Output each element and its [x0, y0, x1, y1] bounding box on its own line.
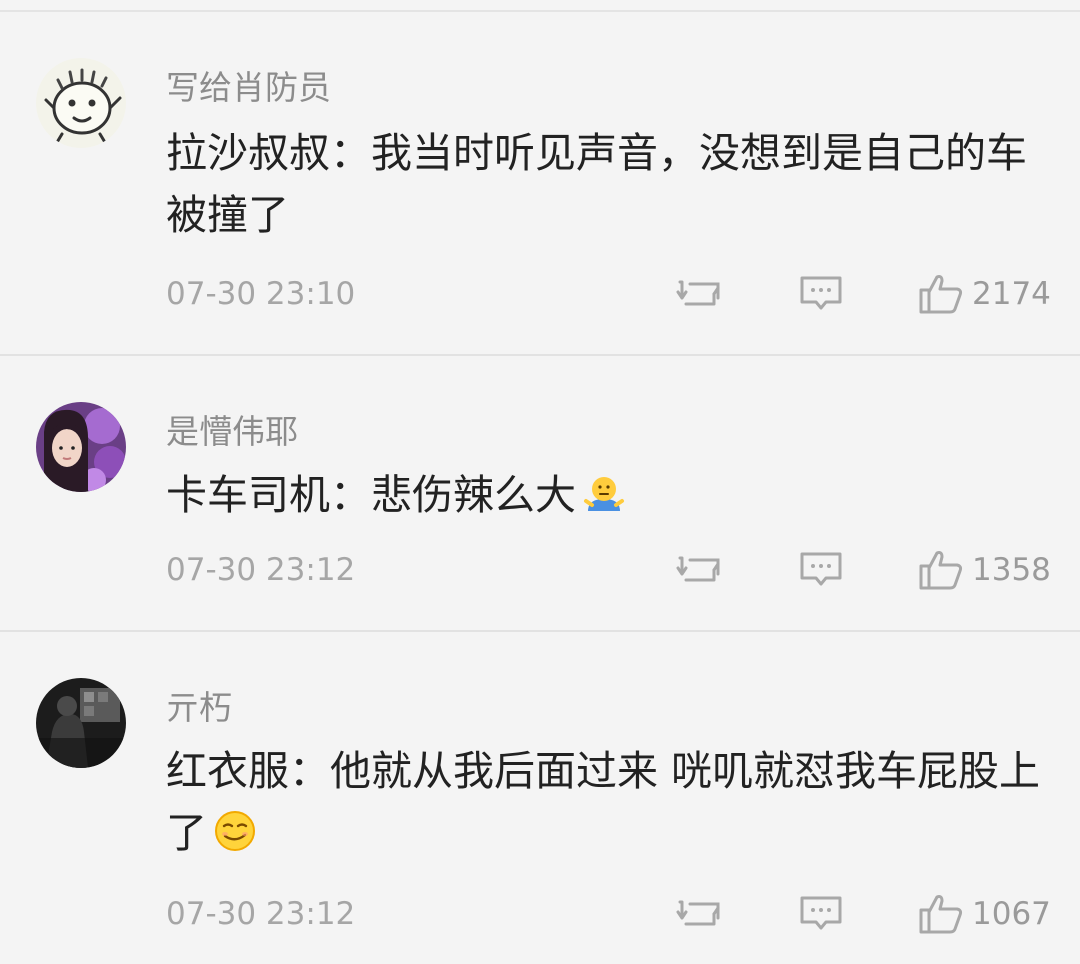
smug-face-emoji-icon	[213, 808, 257, 870]
reply-button[interactable]	[798, 548, 844, 592]
top-divider	[0, 10, 1080, 12]
like-button[interactable]: 1358	[918, 548, 1051, 592]
comment-bubble-icon	[800, 276, 842, 310]
repost-icon	[676, 900, 720, 926]
thumbs-up-icon	[919, 275, 963, 314]
comment-meta-row: 07-30 23:12 1358	[0, 548, 1080, 592]
like-count: 2174	[972, 276, 1051, 312]
comment-meta-row: 07-30 23:10 2174	[0, 272, 1080, 316]
repost-button[interactable]	[676, 272, 724, 316]
comment-bubble-icon	[800, 896, 842, 930]
repost-icon	[676, 280, 720, 306]
comment-text-body: 卡车司机：悲伤辣么大	[166, 471, 576, 519]
comment-text-body: 拉沙叔叔：我当时听见声音，没想到是自己的车被撞了	[166, 129, 1027, 239]
timestamp: 07-30 23:12	[166, 896, 356, 932]
thumbs-up-icon	[919, 551, 963, 590]
shrug-emoji-icon	[582, 470, 626, 532]
comment-divider	[0, 630, 1080, 632]
comment-text: 卡车司机：悲伤辣么大	[166, 464, 1046, 532]
comment-divider	[0, 354, 1080, 356]
timestamp: 07-30 23:12	[166, 552, 356, 588]
doodle-face-avatar-icon	[36, 58, 126, 148]
like-count: 1067	[972, 896, 1051, 932]
avatar[interactable]	[36, 402, 126, 492]
like-button[interactable]: 1067	[918, 892, 1051, 936]
girl-photo-avatar-icon	[36, 402, 126, 492]
avatar[interactable]	[36, 58, 126, 148]
reply-button[interactable]	[798, 892, 844, 936]
username[interactable]: 是懵伟耶	[166, 412, 298, 452]
like-button[interactable]: 2174	[918, 272, 1051, 316]
reply-button[interactable]	[798, 272, 844, 316]
repost-icon	[676, 556, 720, 582]
repost-button[interactable]	[676, 548, 724, 592]
dark-photo-avatar-icon	[36, 678, 126, 768]
thumbs-up-icon	[919, 895, 963, 934]
comment-text: 红衣服：他就从我后面过来 咣叽就怼我车屁股上了	[166, 740, 1046, 870]
comment-bubble-icon	[800, 552, 842, 586]
avatar[interactable]	[36, 678, 126, 768]
comment-text-body: 红衣服：他就从我后面过来 咣叽就怼我车屁股上了	[166, 747, 1041, 857]
comment-meta-row: 07-30 23:12 1067	[0, 892, 1080, 936]
username[interactable]: 写给肖防员	[166, 68, 331, 108]
username[interactable]: 亓朽	[166, 688, 232, 728]
comment-text: 拉沙叔叔：我当时听见声音，没想到是自己的车被撞了	[166, 122, 1046, 246]
like-count: 1358	[972, 552, 1051, 588]
timestamp: 07-30 23:10	[166, 276, 356, 312]
repost-button[interactable]	[676, 892, 724, 936]
